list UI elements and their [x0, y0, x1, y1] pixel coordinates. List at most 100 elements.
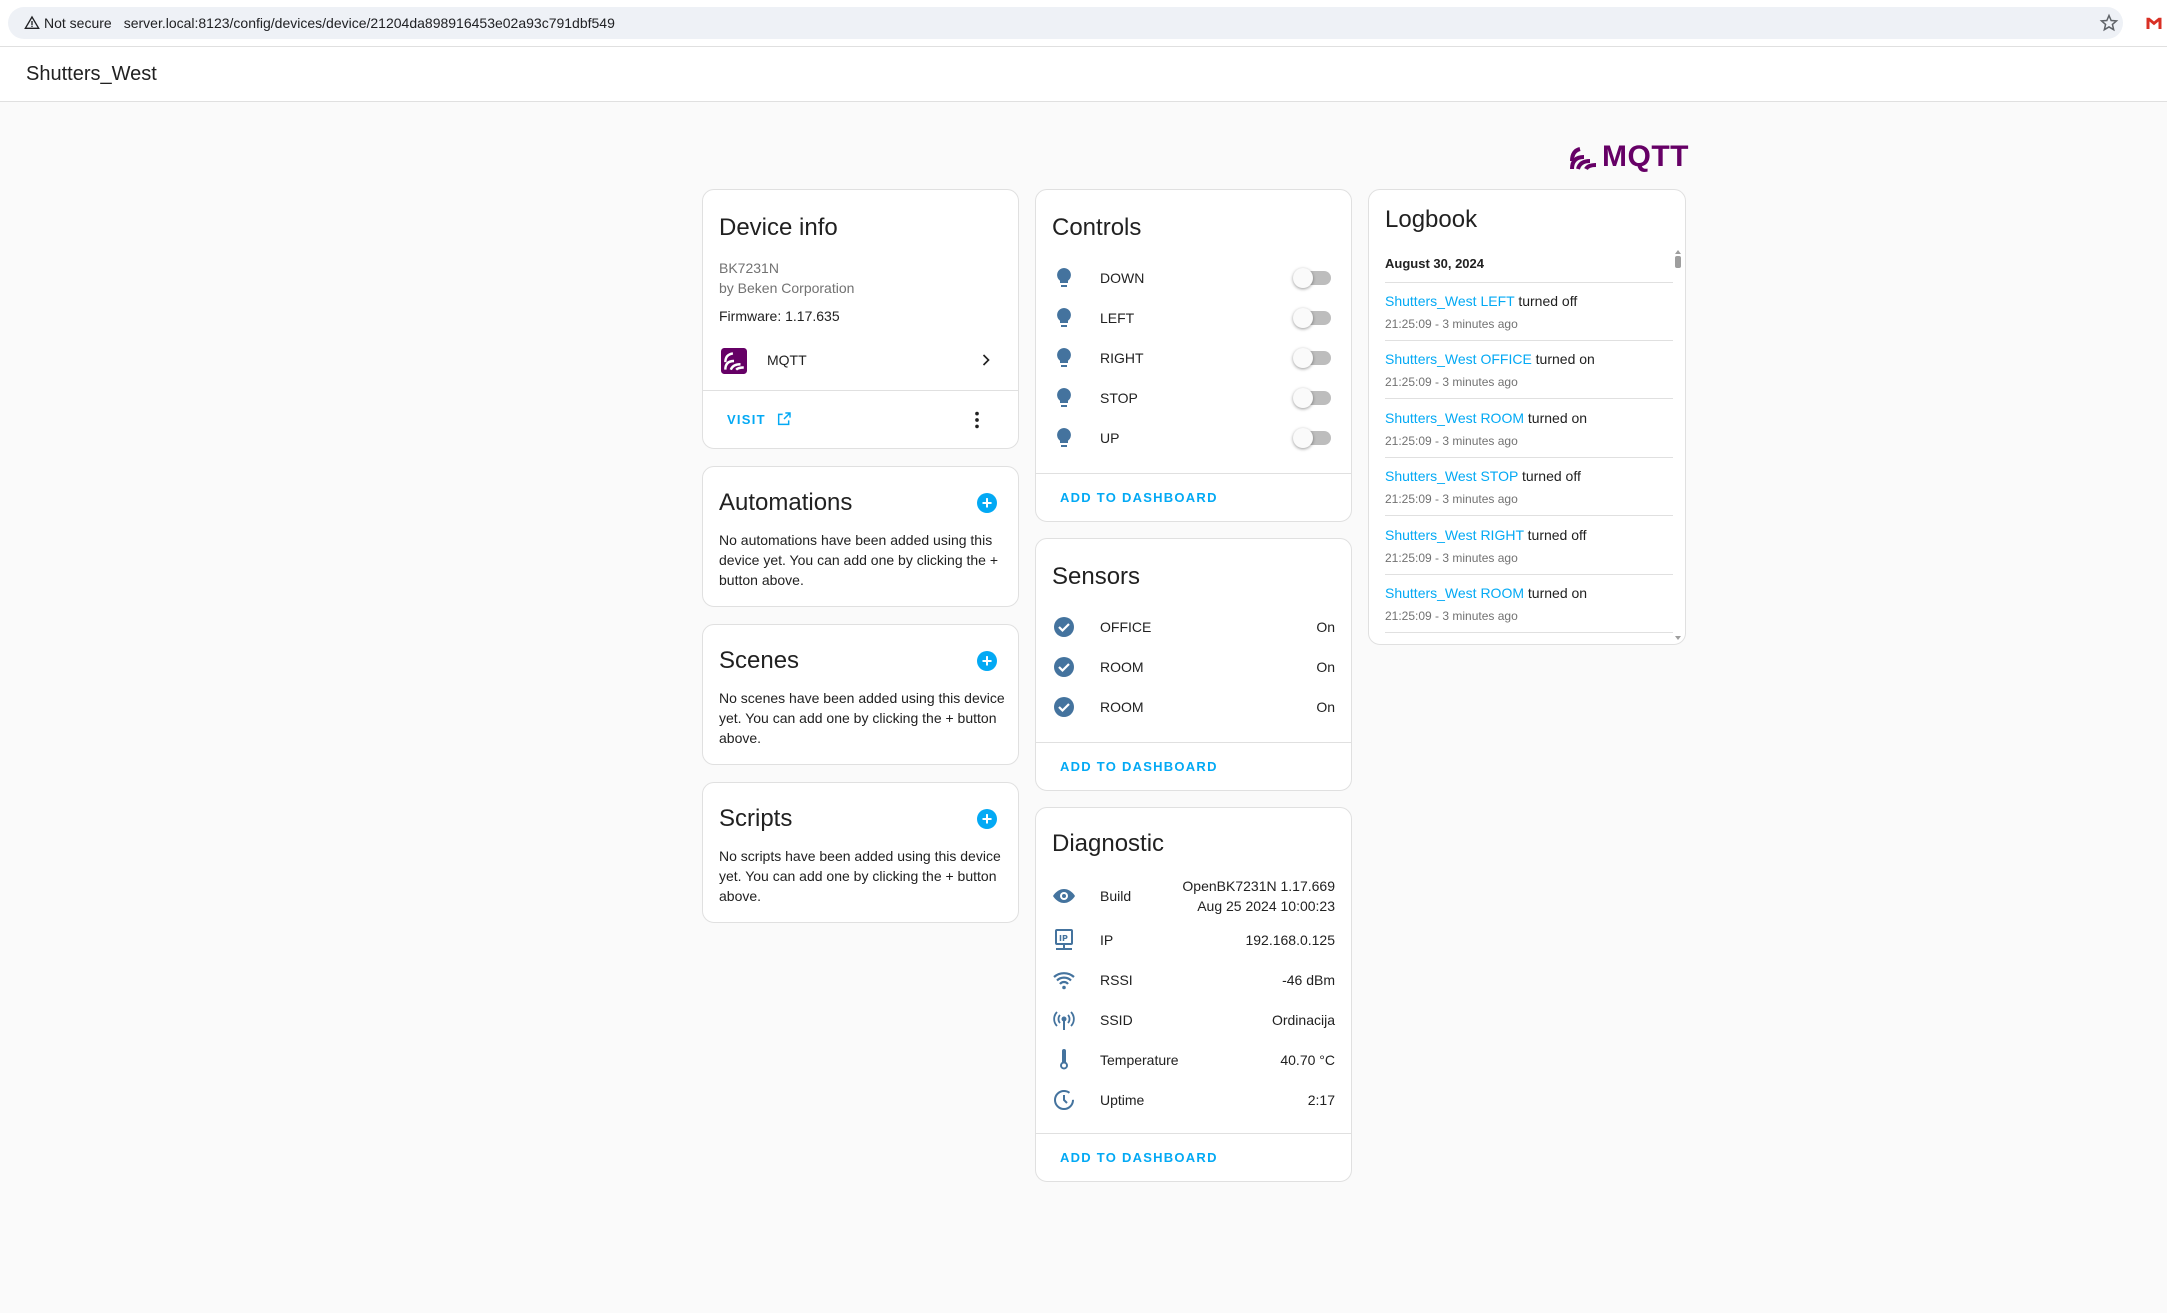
diagnostic-value: 2:17 [1307, 1092, 1335, 1108]
sensors-title: Sensors [1052, 563, 1141, 590]
log-entity-link[interactable]: Shutters_West RIGHT [1385, 527, 1524, 543]
diagnostic-row-rssi[interactable]: RSSI -46 dBm [1036, 960, 1351, 1000]
sensor-value: On [1316, 659, 1335, 675]
add-script-button[interactable]: + [977, 809, 997, 829]
log-entry: Shutters_West LEFT turned off 21:25:09 -… [1385, 283, 1673, 341]
device-info-card: Device info BK7231N by Beken Corporation… [702, 189, 1019, 449]
control-toggle-right[interactable] [1293, 348, 1331, 368]
more-vert-icon[interactable] [966, 409, 988, 431]
control-toggle-left[interactable] [1293, 308, 1331, 328]
log-time: 21:25:09 - 3 minutes ago [1385, 317, 1518, 331]
url-text[interactable]: server.local:8123/config/devices/device/… [124, 15, 615, 31]
device-manufacturer: by Beken Corporation [719, 280, 855, 296]
device-model: BK7231N [719, 260, 779, 276]
diagnostic-value: OpenBK7231N 1.17.669 Aug 25 2024 10:00:2… [1182, 876, 1335, 916]
mqtt-icon [721, 348, 747, 374]
diagnostic-label: SSID [1100, 1012, 1133, 1028]
sensor-label: OFFICE [1100, 619, 1152, 635]
sensor-value: On [1316, 619, 1335, 635]
controls-actions: ADD TO DASHBOARD [1036, 473, 1351, 521]
scroll-up-arrow[interactable] [1675, 250, 1681, 254]
sensor-value: On [1316, 699, 1335, 715]
add-automation-button[interactable]: + [977, 493, 997, 513]
diagnostic-label: Build [1100, 888, 1132, 904]
control-row-stop[interactable]: STOP [1036, 378, 1351, 418]
scripts-card: Scripts + No scripts have been added usi… [702, 782, 1019, 923]
scenes-empty-text: No scenes have been added using this dev… [719, 690, 1005, 746]
log-action: turned off [1518, 293, 1578, 309]
scroll-down-arrow[interactable] [1675, 636, 1681, 640]
diagnostic-row-ip[interactable]: IP IP 192.168.0.125 [1036, 920, 1351, 960]
control-toggle-up[interactable] [1293, 428, 1331, 448]
log-entry: Shutters_West STOP turned off 21:25:09 -… [1385, 458, 1673, 516]
control-label: STOP [1100, 390, 1138, 406]
log-entity-link[interactable]: Shutters_West ROOM [1385, 585, 1524, 601]
log-action: turned off [1521, 468, 1581, 484]
svg-text:IP: IP [1059, 934, 1068, 943]
log-time: 21:25:09 - 3 minutes ago [1385, 375, 1518, 389]
control-row-up[interactable]: UP [1036, 418, 1351, 458]
diagnostic-card: Diagnostic Build OpenBK7231N 1.17.669 Au… [1035, 807, 1352, 1182]
mqtt-logo-icon [1570, 147, 1597, 171]
log-entity-link[interactable]: Shutters_West ROOM [1385, 410, 1524, 426]
visit-link[interactable]: VISIT [727, 411, 792, 427]
control-label: RIGHT [1100, 350, 1144, 366]
diagnostic-value: 192.168.0.125 [1245, 932, 1335, 948]
automations-card: Automations + No automations have been a… [702, 466, 1019, 607]
check-circle-icon [1052, 655, 1076, 679]
control-row-down[interactable]: DOWN [1036, 258, 1351, 298]
control-row-right[interactable]: RIGHT [1036, 338, 1351, 378]
log-entry: Shutters_West RIGHT turned off 21:25:09 … [1385, 517, 1673, 575]
scroll-thumb[interactable] [1675, 256, 1681, 268]
clock-icon [1052, 1088, 1076, 1112]
app-header: Shutters_West [0, 46, 2167, 102]
diagnostic-title: Diagnostic [1052, 830, 1165, 857]
control-row-left[interactable]: LEFT [1036, 298, 1351, 338]
add-scene-button[interactable]: + [977, 651, 997, 671]
diagnostic-row-build[interactable]: Build OpenBK7231N 1.17.669 Aug 25 2024 1… [1036, 872, 1351, 920]
diagnostic-value: 40.70 °C [1280, 1052, 1335, 1068]
controls-card: Controls DOWN LEFT RIGHT STOP UP ADD TO … [1035, 189, 1352, 522]
sensors-add-to-dashboard-button[interactable]: ADD TO DASHBOARD [1060, 759, 1218, 774]
logbook-scrollbar[interactable] [1675, 250, 1681, 640]
log-entry: Shutters_West ROOM turned on 21:25:09 - … [1385, 400, 1673, 458]
bookmark-star-icon[interactable] [2099, 13, 2119, 33]
log-entity-link[interactable]: Shutters_West OFFICE [1385, 351, 1532, 367]
log-entity-link[interactable]: Shutters_West LEFT [1385, 293, 1514, 309]
security-chip[interactable]: Not secure [16, 11, 120, 35]
sensor-row-office[interactable]: OFFICE On [1036, 607, 1351, 647]
control-label: DOWN [1100, 270, 1145, 286]
build-version: OpenBK7231N 1.17.669 [1182, 878, 1335, 894]
ip-network-icon: IP [1052, 928, 1076, 952]
diagnostic-value: -46 dBm [1282, 972, 1335, 988]
lightbulb-icon [1052, 306, 1076, 330]
logbook-title: Logbook [1385, 206, 1478, 233]
log-time: 21:25:09 - 3 minutes ago [1385, 434, 1518, 448]
log-entity-link[interactable]: Shutters_West STOP [1385, 468, 1518, 484]
diagnostic-row-ssid[interactable]: SSID Ordinacija [1036, 1000, 1351, 1040]
diagnostic-add-to-dashboard-button[interactable]: ADD TO DASHBOARD [1060, 1150, 1218, 1165]
integration-name: MQTT [767, 352, 807, 368]
controls-add-to-dashboard-button[interactable]: ADD TO DASHBOARD [1060, 490, 1218, 505]
build-date: Aug 25 2024 10:00:23 [1197, 898, 1335, 914]
sensor-row-room[interactable]: ROOM On [1036, 647, 1351, 687]
sensor-row-room-2[interactable]: ROOM On [1036, 687, 1351, 727]
diagnostic-label: Temperature [1100, 1052, 1179, 1068]
gmail-icon[interactable] [2145, 14, 2163, 32]
device-info-title: Device info [719, 214, 838, 241]
address-bar[interactable]: Not secure server.local:8123/config/devi… [8, 7, 2123, 39]
diagnostic-row-temperature[interactable]: Temperature 40.70 °C [1036, 1040, 1351, 1080]
lightbulb-icon [1052, 346, 1076, 370]
integration-row[interactable]: MQTT [703, 340, 1018, 380]
diagnostic-label: IP [1100, 932, 1114, 948]
log-entry: Shutters_West ROOM turned on 21:25:09 - … [1385, 575, 1673, 633]
automations-empty-text: No automations have been added using thi… [719, 532, 999, 588]
diagnostic-label: RSSI [1100, 972, 1133, 988]
access-point-icon [1052, 1008, 1076, 1032]
control-label: LEFT [1100, 310, 1135, 326]
control-toggle-stop[interactable] [1293, 388, 1331, 408]
device-info-actions: VISIT [703, 390, 1018, 448]
thermometer-icon [1052, 1048, 1076, 1072]
control-toggle-down[interactable] [1293, 268, 1331, 288]
diagnostic-row-uptime[interactable]: Uptime 2:17 [1036, 1080, 1351, 1120]
